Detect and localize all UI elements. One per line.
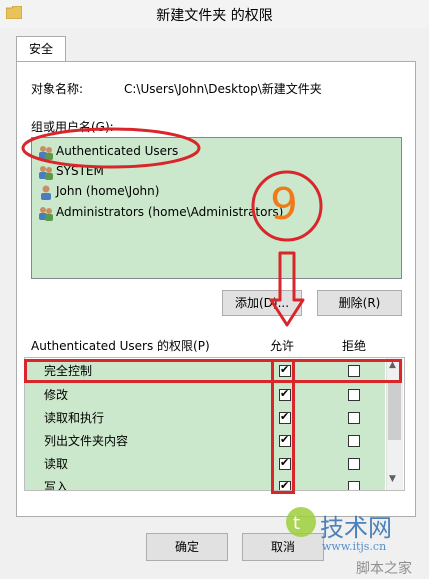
annotation-column-highlight	[271, 359, 295, 494]
watermark-url: www.itjs.cn	[322, 540, 387, 553]
watermark-logo-icon: t	[286, 507, 316, 537]
watermark-corner: 脚本之家	[356, 561, 412, 577]
annotation-ellipse-users	[21, 127, 201, 169]
watermark-brand: 技术网	[320, 514, 392, 542]
svg-text:t: t	[293, 513, 300, 534]
annotation-step-number: 9	[270, 179, 298, 230]
annotation-arrow	[269, 251, 305, 327]
annotation-row-highlight	[24, 359, 402, 383]
annotation-overlay	[21, 127, 323, 327]
